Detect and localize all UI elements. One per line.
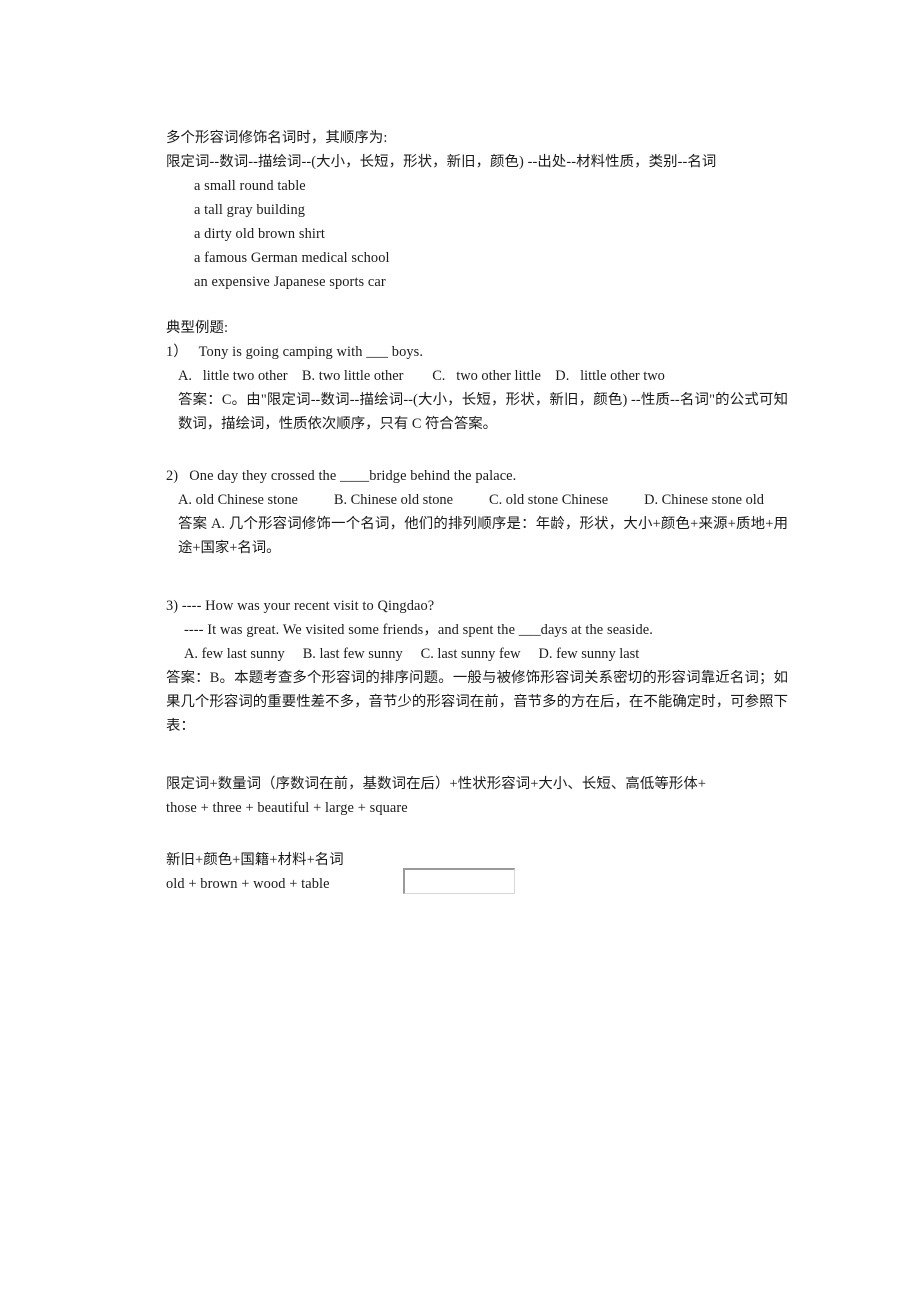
- question-3-stem-reply: ---- It was great. We visited some frien…: [184, 622, 653, 638]
- question-1-options: A. little two other B. two little other …: [178, 368, 665, 384]
- example-phrase-1: a small round table: [194, 178, 306, 194]
- question-2-answer: 答案 A. 几个形容词修饰一个名词，他们的排列顺序是：年龄，形状，大小+颜色+来…: [178, 516, 788, 556]
- question-3-options: A. few last sunny B. last few sunny C. l…: [184, 646, 640, 662]
- spacer-after-q2: [166, 560, 788, 594]
- question-1-line: 1） Tony is going camping with ___ boys.: [166, 340, 788, 364]
- section-heading: 典型例题:: [166, 320, 229, 336]
- order-table-1-example: those + three + beautiful + large + squa…: [166, 800, 408, 816]
- example-phrase-5: an expensive Japanese sports car: [194, 274, 386, 290]
- empty-text-box-frame[interactable]: [403, 868, 515, 894]
- empty-text-box[interactable]: [403, 868, 515, 894]
- question-3-number: 3): [166, 598, 179, 614]
- order-table-1-formula: 限定词+数量词（序数词在前，基数词在后）+性状形容词+大小、长短、高低等形体+: [166, 776, 707, 792]
- document-page: 多个形容词修饰名词时，其顺序为: 限定词--数词--描绘词--(大小，长短，形状…: [0, 0, 920, 1302]
- question-2-options: A. old Chinese stone B. Chinese old ston…: [178, 492, 764, 508]
- question-1-answer: 答案：C。由"限定词--数词--描绘词--(大小，长短，形状，新旧，颜色) --…: [178, 392, 788, 432]
- spacer-before-tables: [166, 738, 788, 772]
- spacer-after-q1: [166, 436, 788, 464]
- question-2-line: 2) One day they crossed the ____bridge b…: [166, 464, 788, 488]
- question-1-text: Tony is going camping with ___ boys.: [198, 344, 424, 360]
- intro-order-formula: 限定词--数词--描绘词--(大小，长短，形状，新旧，颜色) --出处--材料性…: [166, 154, 717, 170]
- example-phrase-2: a tall gray building: [194, 202, 306, 218]
- spacer-before-section-heading: [166, 294, 788, 316]
- question-2-number: 2): [166, 468, 179, 484]
- question-2-text: One day they crossed the ____bridge behi…: [189, 468, 517, 484]
- example-phrase-4: a famous German medical school: [194, 250, 390, 266]
- intro-rule-line: 多个形容词修饰名词时，其顺序为:: [166, 130, 388, 146]
- example-phrase-3: a dirty old brown shirt: [194, 226, 326, 242]
- document-body: 多个形容词修饰名词时，其顺序为: 限定词--数词--描绘词--(大小，长短，形状…: [166, 126, 788, 896]
- question-3-text: ---- How was your recent visit to Qingda…: [181, 598, 435, 614]
- question-3-line: 3) ---- How was your recent visit to Qin…: [166, 594, 788, 618]
- question-1-number: 1）: [166, 344, 188, 360]
- spacer-between-tables: [166, 820, 788, 848]
- question-3-answer: 答案：B。本题考查多个形容词的排序问题。一般与被修饰形容词关系密切的形容词靠近名…: [166, 670, 788, 734]
